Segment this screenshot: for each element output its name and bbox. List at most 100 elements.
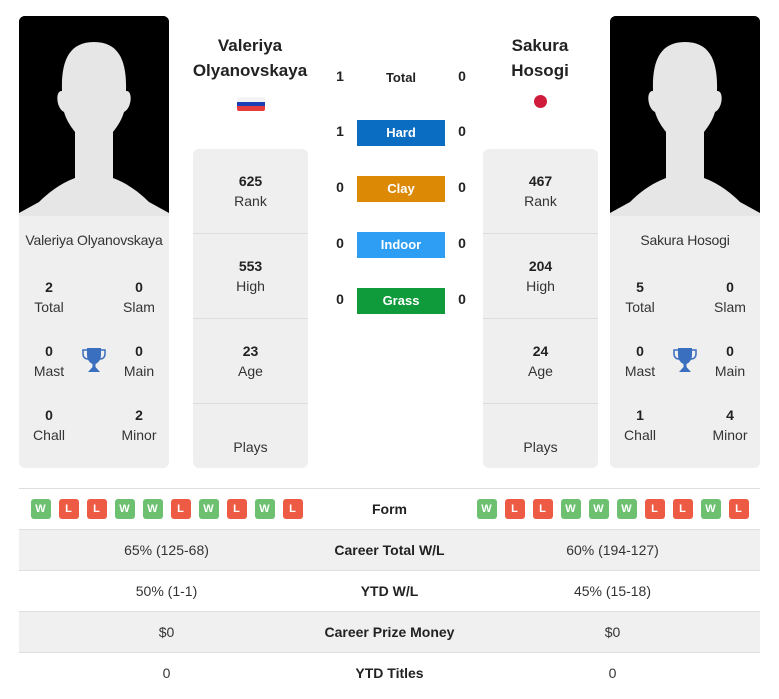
titles-total-label: Total — [625, 299, 655, 315]
titles-main: 0 Main — [109, 341, 169, 381]
row-left-value: 65% (125-68) — [124, 542, 209, 558]
player-card-right: Sakura Hosogi 5 Total 0 Slam 0 Mast 0 Ma… — [610, 16, 760, 468]
h2h-grass: 0 Grass 0 — [330, 288, 472, 314]
form-loss-badge[interactable]: L — [644, 499, 665, 519]
form-loss-badge[interactable]: L — [226, 499, 247, 519]
form-win-badge[interactable]: W — [254, 499, 275, 519]
h2h-total: 1 Total 0 — [330, 65, 472, 91]
row-right-value: 45% (15-18) — [573, 583, 652, 599]
titles-mast: 0 Mast — [610, 341, 670, 381]
player-card-name: Valeriya Olyanovskaya — [25, 232, 163, 248]
player-name-line1: Valeriya — [217, 36, 283, 55]
h2h-hard: 1 Hard 0 — [330, 120, 472, 146]
form-loss-badge[interactable]: L — [504, 499, 525, 519]
trophy-icon — [673, 348, 697, 372]
player-stats-right: 467 Rank 204 High 24 Age Plays — [483, 149, 598, 468]
h2h-right-count: 0 — [458, 179, 466, 195]
player-card-name: Sakura Hosogi — [640, 232, 730, 248]
form-win-badge[interactable]: W — [616, 499, 637, 519]
form-win-badge[interactable]: W — [114, 499, 135, 519]
h2h-left-count: 0 — [336, 291, 344, 307]
form-win-badge[interactable]: W — [560, 499, 581, 519]
stat-age-value: 24 — [532, 343, 549, 359]
titles-chall-label: Chall — [624, 427, 656, 443]
form-right: WLLWWWLLWL — [465, 499, 760, 519]
form-win-badge[interactable]: W — [588, 499, 609, 519]
player-name-right[interactable]: Sakura Hosogi — [465, 33, 615, 83]
titles-minor-value: 4 — [726, 407, 734, 423]
form-loss-badge[interactable]: L — [86, 499, 107, 519]
stat-plays: Plays — [193, 404, 308, 468]
surface-clay-badge[interactable]: Clay — [357, 176, 445, 202]
stat-plays-label: Plays — [233, 438, 268, 455]
form-row: WLLWWLWLWL Form WLLWWWLLWL — [19, 488, 760, 529]
titles-slam-value: 0 — [135, 279, 143, 295]
player-name-line2: Olyanovskaya — [192, 61, 308, 80]
player-name-line1: Sakura — [511, 36, 569, 55]
titles-chall-value: 0 — [45, 407, 53, 423]
table-row: $0 Career Prize Money $0 — [19, 611, 760, 652]
h2h-right-count: 0 — [458, 291, 466, 307]
form-loss-badge[interactable]: L — [532, 499, 553, 519]
titles-main-label: Main — [714, 363, 746, 379]
form-win-badge[interactable]: W — [30, 499, 51, 519]
titles-mast-label: Mast — [33, 363, 65, 379]
form-loss-badge[interactable]: L — [58, 499, 79, 519]
table-row: 0 YTD Titles 0 — [19, 652, 760, 693]
titles-chall: 0 Chall — [19, 405, 79, 445]
surface-grass-badge[interactable]: Grass — [357, 288, 445, 314]
form-loss-badge[interactable]: L — [170, 499, 191, 519]
titles-mast-value: 0 — [636, 343, 644, 359]
form-loss-badge[interactable]: L — [672, 499, 693, 519]
player-photo-placeholder — [19, 16, 169, 216]
titles-slam-label: Slam — [123, 299, 155, 315]
titles-slam-label: Slam — [714, 299, 746, 315]
stat-age-value: 23 — [242, 343, 259, 359]
stat-high-label: High — [526, 278, 555, 294]
titles-slam: 0 Slam — [109, 277, 169, 317]
table-row: 65% (125-68) Career Total W/L 60% (194-1… — [19, 529, 760, 570]
player-stats-left: 625 Rank 553 High 23 Age Plays — [193, 149, 308, 468]
form-win-badge[interactable]: W — [142, 499, 163, 519]
titles-mast-value: 0 — [45, 343, 53, 359]
form-win-badge[interactable]: W — [198, 499, 219, 519]
form-loss-badge[interactable]: L — [282, 499, 303, 519]
h2h-left-count: 1 — [336, 68, 344, 84]
stat-age-label: Age — [238, 363, 263, 379]
form-left: WLLWWLWLWL — [19, 499, 314, 519]
titles-slam: 0 Slam — [700, 277, 760, 317]
stat-rank-label: Rank — [234, 193, 267, 209]
player-name-line2: Hosogi — [511, 61, 569, 80]
silhouette-icon — [19, 16, 169, 216]
titles-mast: 0 Mast — [19, 341, 79, 381]
titles-main-label: Main — [123, 363, 155, 379]
h2h-right-count: 0 — [458, 235, 466, 251]
titles-minor-label: Minor — [121, 427, 157, 443]
row-label: Career Prize Money — [324, 624, 455, 640]
row-left-value: 0 — [162, 665, 171, 681]
stat-age-label: Age — [528, 363, 553, 379]
row-label: Career Total W/L — [334, 542, 445, 558]
stat-high-label: High — [236, 278, 265, 294]
stat-plays-label: Plays — [523, 438, 558, 455]
h2h-right-count: 0 — [458, 123, 466, 139]
titles-total-label: Total — [34, 299, 64, 315]
titles-slam-value: 0 — [726, 279, 734, 295]
row-label: YTD Titles — [355, 665, 424, 681]
form-win-badge[interactable]: W — [700, 499, 721, 519]
h2h-total-label: Total — [385, 70, 417, 85]
form-win-badge[interactable]: W — [476, 499, 497, 519]
player-card-left: Valeriya Olyanovskaya 2 Total 0 Slam 0 M… — [19, 16, 169, 468]
player-name-left[interactable]: Valeriya Olyanovskaya — [175, 33, 325, 83]
form-loss-badge[interactable]: L — [728, 499, 749, 519]
titles-main-value: 0 — [726, 343, 734, 359]
silhouette-icon — [610, 16, 760, 216]
trophy-icon — [82, 348, 106, 372]
surface-indoor-badge[interactable]: Indoor — [357, 232, 445, 258]
stat-high-value: 553 — [238, 258, 263, 274]
player-photo-placeholder — [610, 16, 760, 216]
stat-high: 553 High — [193, 234, 308, 319]
titles-mast-label: Mast — [624, 363, 656, 379]
stat-age: 23 Age — [193, 319, 308, 404]
surface-hard-badge[interactable]: Hard — [357, 120, 445, 146]
